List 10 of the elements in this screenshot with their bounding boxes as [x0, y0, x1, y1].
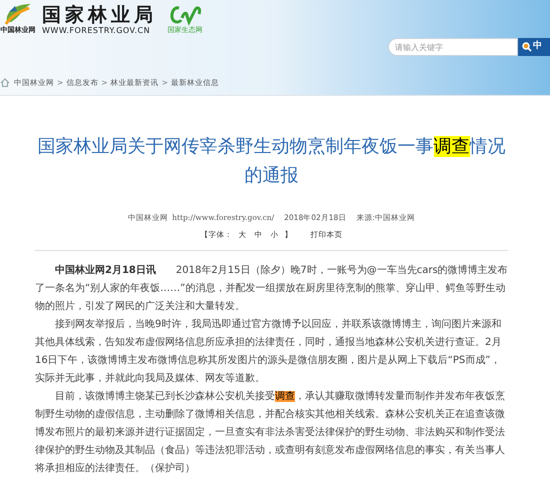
article-paragraph: 目前，该微博博主饶某已到长沙森林公安机关接受调查，承认其赚取微博转发量而制作并发布年夜饭烹制野生动物的虚假信息，主动删除了微博相关信息，并配合核实其他相关线索。森林公安机关正在追查该微博发布照片的最初来源并进行证据固定，一旦查实有非法杀害受法律保护的野生动物、非法购买和制作受法律保护的野生动物及其制品（食品）等违法犯罪活动，或查明有刻意发布虚假网络信息的事实，有关当事人将承担相应的法律责任。（保护司） — [35, 390, 506, 476]
search-icon — [522, 42, 532, 52]
leaf-logo-icon — [3, 2, 33, 26]
site-name: 国家林业局 — [42, 4, 157, 26]
site-url: WWW.FORESTRY.GOV.CN — [42, 26, 152, 36]
search-field[interactable]: 请输入关键字 — [388, 38, 518, 56]
home-icon[interactable] — [0, 78, 10, 87]
search-button[interactable]: 中 — [518, 38, 550, 56]
article-paragraph: 中国林业网2月18日讯 2018年2月15日（除夕）晚7时，一账号为@一车当先cars的微博博主发布了一条名为“别人家的年夜饭……”的消息，并配发一组摆放在厨房里待烹制的熊掌、穿山甲、鳄鱼等野生动物的照片，引发了网民的广泛关注和大量转发。 — [35, 264, 508, 314]
article-paragraph: 接到网友举报后，当晚9时许，我局迅即通过官方微博予以回应，并联系该微博博主，询问图片来源和其他具体线索，告知发布虚假网络信息所应承担的法律责任，同时，通报当地森林公安机关进行查证。2月16日下午，该微博博主发布微博信息称其所发图片的源头是微信朋友圈，图片是从网上下载后“PS而成”，实际并无此事，并就此向我局及媒体、网友等道歉。 — [35, 318, 502, 386]
